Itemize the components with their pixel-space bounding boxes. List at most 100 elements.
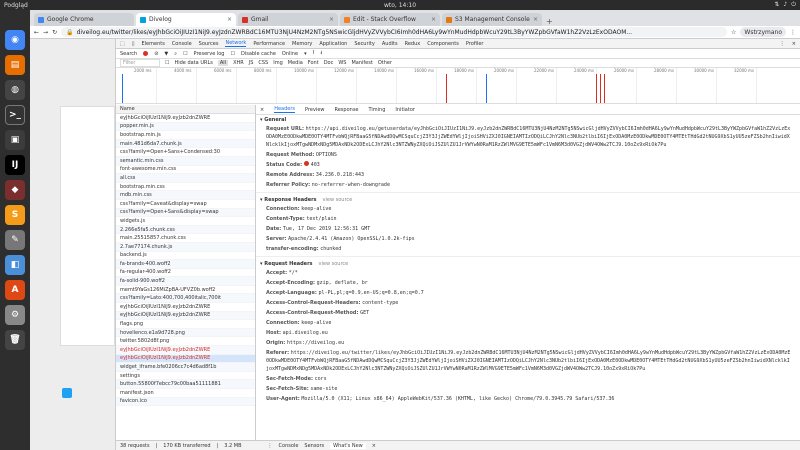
request-row[interactable]: hovellenco.e1a9d728.png	[116, 328, 255, 338]
request-row[interactable]: semantic.min.css	[116, 156, 255, 166]
request-row[interactable]: settings	[116, 372, 255, 381]
request-row[interactable]: favicon.ico	[116, 397, 255, 407]
type-filter-media[interactable]: Media	[288, 60, 303, 66]
close-icon[interactable]: ×	[329, 16, 334, 23]
request-row[interactable]: bootstrap.min.js	[116, 131, 255, 140]
request-list-header[interactable]: Name	[116, 105, 255, 114]
settings-launcher-icon[interactable]: ⚙	[5, 305, 25, 325]
view-source-link[interactable]: view source	[323, 197, 353, 203]
request-row[interactable]: widgets.js	[116, 217, 255, 226]
tab-initiator[interactable]: Initiator	[395, 107, 415, 113]
request-row[interactable]: eyJhbGciOiJIUzI1NiJ9.eyJzb2dnZWRE	[116, 346, 255, 355]
request-row[interactable]: button.55800f7ebcc79c00baa51111881	[116, 380, 255, 389]
drawer-tab-whats-new[interactable]: What's New	[330, 442, 366, 449]
tab-elements[interactable]: Elements	[142, 41, 165, 47]
software-launcher-icon[interactable]: A	[5, 280, 25, 300]
request-row[interactable]: eyJhbGciOiJIUzI1NiJ9.eyJzb2dnZWRE	[116, 303, 255, 312]
sublime-launcher-icon[interactable]: S	[5, 205, 25, 225]
tab-console[interactable]: Console	[172, 41, 192, 47]
record-icon[interactable]	[143, 51, 149, 56]
url-bar[interactable]: 🔒 diveilog.eu/twitter/likes/eyJhbGciOiJI…	[61, 27, 728, 37]
request-row[interactable]: eyJhbGciOiJIUzI1NiJ9.eyJzb2dnZWRE	[116, 311, 255, 321]
close-icon[interactable]: ×	[431, 16, 436, 23]
request-row[interactable]: eyJhbGciOiJIUzI1NiJ9.eyJzb2dnZWRE	[116, 354, 255, 364]
ide-launcher-icon[interactable]: ▣	[5, 130, 25, 150]
disable-cache-checkbox[interactable]: ☐	[230, 51, 234, 57]
tab-components[interactable]: Components	[427, 41, 459, 47]
request-row[interactable]: css?family=Lato:400,700,400italic,700it	[116, 294, 255, 304]
inspect-icon[interactable]: ⬚	[120, 41, 125, 47]
request-row[interactable]: main.25515857.chunk.css	[116, 234, 255, 243]
os-app-name[interactable]: Podgląd	[4, 2, 28, 9]
tab-audits[interactable]: Audits	[382, 41, 398, 47]
drawer-tab-sensors[interactable]: Sensors	[304, 443, 324, 449]
tab-timing[interactable]: Timing	[369, 107, 386, 113]
tab-divelog[interactable]: Divelog ×	[136, 13, 236, 26]
type-filter-manifest[interactable]: Manifest	[351, 60, 372, 66]
close-icon[interactable]: ×	[372, 443, 376, 449]
general-section-header[interactable]: ▾ General	[256, 115, 800, 124]
request-row[interactable]: css?family=Open+Sans&display=swap	[116, 208, 255, 218]
forward-icon[interactable]: →	[43, 29, 48, 36]
tab-memory[interactable]: Memory	[292, 41, 312, 47]
back-icon[interactable]: ←	[34, 29, 39, 36]
tab-sources[interactable]: Sources	[199, 41, 219, 47]
tab-redux[interactable]: Redux	[405, 41, 421, 47]
text-editor-launcher-icon[interactable]: ✎	[5, 230, 25, 250]
response-headers-section-header[interactable]: ▾ Response Headers view source	[256, 195, 800, 204]
request-row[interactable]: manifest.json	[116, 389, 255, 398]
terminal-launcher-icon[interactable]: >_	[5, 105, 25, 125]
close-icon[interactable]: ×	[227, 16, 232, 23]
tab-google-chrome[interactable]: Google Chrome	[34, 13, 134, 26]
drawer-menu-icon[interactable]: ⋮	[268, 443, 273, 449]
os-indicators[interactable]: ⇅ ♪ ⏻	[774, 1, 796, 9]
request-row[interactable]: widget_iframe.bfe0206cc7c4d6ad8f1b	[116, 363, 255, 372]
request-row[interactable]: css?family=Caveat&display=swap	[116, 200, 255, 209]
filter-input[interactable]: Filter	[120, 59, 160, 67]
twitter-icon[interactable]	[62, 388, 72, 398]
reload-icon[interactable]: ↻	[52, 29, 57, 36]
app-launcher-icon[interactable]: ◆	[5, 180, 25, 200]
request-row[interactable]: mdb.min.css	[116, 191, 255, 200]
tab-application[interactable]: Application	[319, 41, 347, 47]
firefox-launcher-icon[interactable]: ◍	[5, 80, 25, 100]
close-icon[interactable]: ×	[260, 107, 264, 113]
trash-launcher-icon[interactable]: 🗑	[5, 330, 25, 350]
chrome-launcher-icon[interactable]: ◉	[5, 30, 25, 50]
request-row[interactable]: main.481d6da7.chunk.js	[116, 139, 255, 149]
tab-performance[interactable]: Performance	[253, 41, 285, 47]
request-row[interactable]: memt9YaGs126MiZpBA-UFVZ0b.woff2	[116, 286, 255, 295]
menu-icon[interactable]: ⋮	[790, 29, 796, 36]
request-row[interactable]: fa-regular-400.woff2	[116, 269, 255, 278]
close-icon[interactable]: ×	[533, 16, 538, 23]
request-row[interactable]: fa-solid-900.woff2	[116, 277, 255, 286]
request-row[interactable]: font-awesome.min.css	[116, 166, 255, 175]
tab-preview[interactable]: Preview	[305, 107, 324, 113]
search-icon[interactable]: ⌕	[174, 51, 177, 57]
request-headers-section-header[interactable]: ▾ Request Headers view source	[256, 259, 800, 268]
tab-profiler[interactable]: Profiler	[466, 41, 484, 47]
preserve-log-checkbox[interactable]: ☐	[183, 51, 187, 57]
import-icon[interactable]: ⭱	[313, 50, 315, 58]
request-row[interactable]: 2.266e5fa5.chunk.css	[116, 225, 255, 235]
hide-data-urls-checkbox[interactable]: ☐	[165, 60, 169, 66]
clear-icon[interactable]: ⊘	[154, 51, 158, 57]
search-label[interactable]: Search	[120, 51, 137, 57]
tab-stack-overflow[interactable]: Edit - Stack Overflow ×	[340, 13, 440, 26]
request-row[interactable]: popper.min.js	[116, 122, 255, 132]
filter-icon[interactable]: ▼	[164, 51, 168, 57]
os-clock[interactable]: wto, 14:10	[384, 2, 416, 9]
type-filter-css[interactable]: CSS	[258, 60, 268, 66]
vscode-launcher-icon[interactable]: ◧	[5, 255, 25, 275]
profile-button[interactable]: Wstrzymano	[740, 27, 786, 37]
type-filter-ws[interactable]: WS	[338, 60, 346, 66]
request-row[interactable]: 2.7ae77174.chunk.js	[116, 242, 255, 252]
device-toggle-icon[interactable]: ▯	[132, 41, 135, 47]
request-row[interactable]: all.css	[116, 174, 255, 183]
tab-network[interactable]: Network	[225, 40, 247, 47]
request-row[interactable]: bootstrap.min.css	[116, 183, 255, 192]
type-filter-font[interactable]: Font	[308, 60, 319, 66]
request-row[interactable]: backend.js	[116, 252, 255, 261]
request-row[interactable]: flags.png	[116, 320, 255, 329]
throttling-select[interactable]: Online	[282, 51, 298, 57]
